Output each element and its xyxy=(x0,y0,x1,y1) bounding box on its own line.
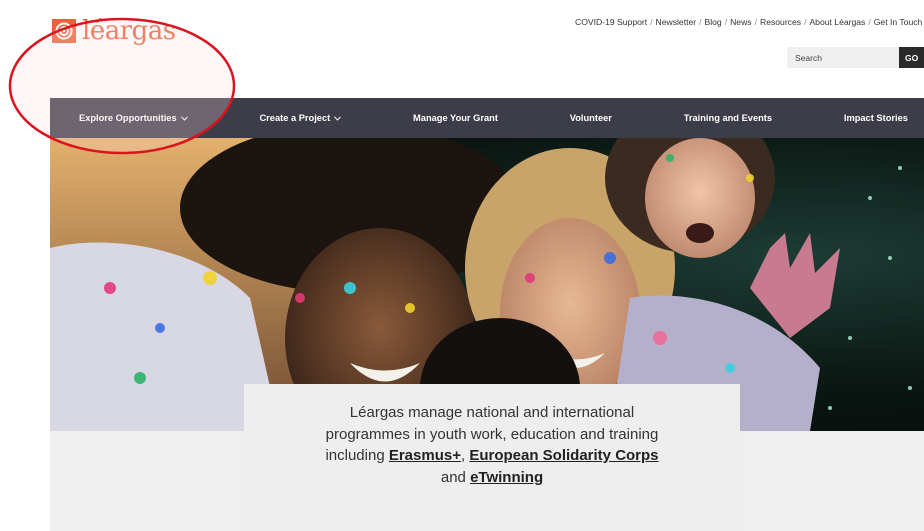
swirl-logo-icon xyxy=(52,19,76,43)
nav-volunteer[interactable]: Volunteer xyxy=(570,113,612,123)
intro-card: Léargas manage national and internationa… xyxy=(244,384,740,531)
nav-manage-your-grant[interactable]: Manage Your Grant xyxy=(413,113,498,123)
intro-line-2: programmes in youth work, education and … xyxy=(325,425,659,443)
search-form: GO xyxy=(787,47,924,68)
intro-line-1: Léargas manage national and internationa… xyxy=(349,404,635,421)
intro-line-4: and eTwinning xyxy=(244,467,740,489)
nav-training-and-events[interactable]: Training and Events xyxy=(684,113,772,123)
utility-nav: COVID-19 Support / Newsletter / Blog / News / Re… xyxy=(575,17,924,27)
intro-text: including xyxy=(325,447,389,464)
separator: / xyxy=(650,17,653,27)
nav-label: Manage Your Grant xyxy=(413,113,498,123)
logo-text: léargas xyxy=(82,16,176,46)
erasmus-link[interactable]: Erasmus+ xyxy=(389,447,461,464)
utility-link-resources[interactable]: Resources xyxy=(760,17,801,27)
european-solidarity-corps-link[interactable]: European Solidarity Corps xyxy=(469,447,658,464)
separator: / xyxy=(699,17,702,27)
utility-link-newsletter[interactable]: Newsletter xyxy=(656,17,697,27)
nav-label: Training and Events xyxy=(683,113,773,123)
chevron-down-icon xyxy=(334,115,342,121)
nav-explore-opportunities[interactable]: Explore Opportunities xyxy=(79,113,188,123)
nav-label: Impact Stories xyxy=(843,113,908,123)
intro-line-3: including Erasmus+, European Solidarity … xyxy=(244,445,740,467)
main-nav: Explore Opportunities Create a Project M… xyxy=(50,98,924,138)
nav-label: Explore Opportunities xyxy=(79,113,177,123)
separator: / xyxy=(724,17,728,27)
etwinning-link[interactable]: eTwinning xyxy=(470,469,543,486)
chevron-down-icon xyxy=(180,115,188,121)
utility-link-about[interactable]: About Léargas xyxy=(809,17,865,27)
utility-link-get-in-touch[interactable]: Get In Touch xyxy=(874,17,923,27)
intro-text: and xyxy=(440,468,471,486)
nav-impact-stories[interactable]: Impact Stories xyxy=(844,113,908,123)
separator: / xyxy=(804,17,807,27)
leargas-logo[interactable]: léargas xyxy=(52,14,176,48)
separator: / xyxy=(754,17,757,27)
nav-create-a-project[interactable]: Create a Project xyxy=(259,113,342,123)
utility-link-blog[interactable]: Blog xyxy=(705,17,722,27)
nav-label: Create a Project xyxy=(259,113,331,123)
separator: / xyxy=(868,17,871,27)
nav-label: Volunteer xyxy=(569,113,612,123)
utility-link-news[interactable]: News xyxy=(730,17,752,27)
utility-link-covid[interactable]: COVID-19 Support xyxy=(575,17,647,27)
search-go-button[interactable]: GO xyxy=(899,47,924,68)
search-input[interactable] xyxy=(787,47,899,68)
